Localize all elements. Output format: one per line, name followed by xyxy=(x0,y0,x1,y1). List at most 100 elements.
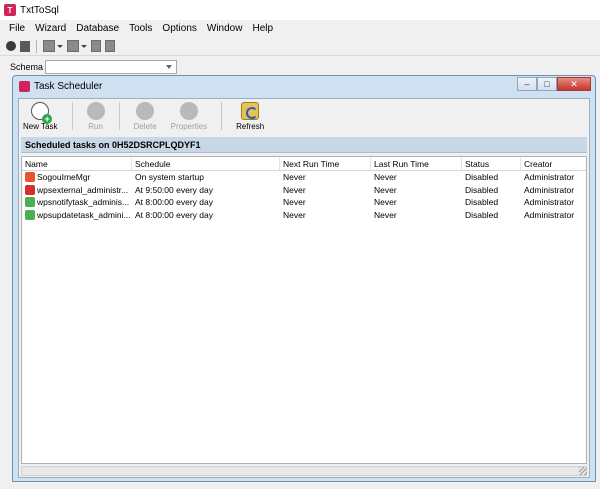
task-name-cell: wpsupdatetask_admini... xyxy=(22,209,132,222)
delete-button[interactable]: Delete xyxy=(134,102,157,131)
delete-icon xyxy=(136,102,155,120)
clock-add-icon xyxy=(31,102,53,124)
task-status: Disabled xyxy=(465,184,499,195)
close-button[interactable]: ✕ xyxy=(557,77,591,91)
toolbar-separator xyxy=(221,102,223,130)
task-list-header: Name Schedule Next Run Time Last Run Tim… xyxy=(22,157,586,171)
table-row[interactable]: wpsupdatetask_admini... At 8:00:00 every… xyxy=(22,209,586,222)
task-scheduler-titlebar: Task Scheduler – □ ✕ xyxy=(13,76,595,97)
toolbar-separator xyxy=(118,102,120,130)
main-toolbar xyxy=(0,37,600,56)
properties-icon xyxy=(179,102,198,120)
task-last-run: Never xyxy=(374,184,397,195)
task-name-cell: wpsnotifytask_adminis... xyxy=(22,196,132,209)
task-name: wpsexternal_administr... xyxy=(37,184,129,195)
scheduled-tasks-header: Scheduled tasks on 0H52DSRCPLQDYF1 xyxy=(21,137,587,153)
menu-help[interactable]: Help xyxy=(247,23,278,34)
import-icon[interactable] xyxy=(67,40,79,52)
task-name: wpsupdatetask_admini... xyxy=(37,209,131,220)
wps-icon xyxy=(25,184,35,195)
task-name: wpsnotifytask_adminis... xyxy=(37,197,130,207)
app-logo-icon: T xyxy=(4,4,16,16)
column-header-last-run[interactable]: Last Run Time xyxy=(371,157,462,170)
toolbar-separator xyxy=(36,39,37,53)
column-header-schedule[interactable]: Schedule xyxy=(132,157,280,170)
table-row[interactable]: SogouImeMgr On system startup Never Neve… xyxy=(22,171,586,184)
delete-label: Delete xyxy=(133,122,157,131)
connect-icon[interactable] xyxy=(6,41,16,51)
task-creator: Administrator xyxy=(524,172,575,182)
task-next-run: Never xyxy=(283,172,306,182)
properties-label: Properties xyxy=(170,122,208,131)
run-label: Run xyxy=(88,122,103,131)
scheduler-icon xyxy=(19,81,30,92)
task-next-run: Never xyxy=(283,209,306,220)
task-schedule: At 9:50:00 every day xyxy=(135,184,213,195)
properties-button[interactable]: Properties xyxy=(171,102,207,131)
task-status: Disabled xyxy=(465,209,499,220)
disconnect-icon[interactable] xyxy=(20,40,30,52)
task-creator: Administrator xyxy=(524,197,575,207)
menu-options[interactable]: Options xyxy=(157,23,201,34)
menu-tools[interactable]: Tools xyxy=(124,23,157,34)
task-creator: Administrator xyxy=(524,184,575,195)
task-scheduler-body: New Task Run Delete Properties Refresh xyxy=(18,98,590,478)
column-header-status[interactable]: Status xyxy=(462,157,521,170)
minimize-button[interactable]: – xyxy=(517,77,537,91)
task-last-run: Never xyxy=(374,197,397,207)
wps-update-icon xyxy=(25,209,35,220)
task-last-run: Never xyxy=(374,209,397,220)
refresh-icon xyxy=(241,102,260,120)
task-toolbar: New Task Run Delete Properties Refresh xyxy=(19,99,589,134)
status-bar xyxy=(0,482,600,489)
task-status: Disabled xyxy=(465,172,499,182)
sogou-icon xyxy=(25,172,35,183)
wps-update-icon xyxy=(25,197,35,208)
task-scheduler-window: Task Scheduler – □ ✕ New Task Run Delete xyxy=(12,75,596,482)
table-row[interactable]: wpsnotifytask_adminis... At 8:00:00 ever… xyxy=(22,196,586,209)
task-name-cell: wpsexternal_administr... xyxy=(22,184,132,197)
window-title: Task Scheduler xyxy=(34,81,103,92)
window-controls: – □ ✕ xyxy=(517,77,591,91)
column-header-name[interactable]: Name xyxy=(22,157,132,170)
export-icon[interactable] xyxy=(91,40,101,52)
schema-label: Schema xyxy=(10,62,44,72)
app-title: TxtToSql xyxy=(20,4,59,16)
app-titlebar: T TxtToSql xyxy=(0,0,600,20)
resize-grip-icon[interactable] xyxy=(579,467,587,475)
task-schedule: At 8:00:00 every day xyxy=(135,209,213,220)
task-next-run: Never xyxy=(283,184,306,195)
table-icon[interactable] xyxy=(43,40,55,52)
run-icon xyxy=(86,102,105,120)
schema-dropdown[interactable] xyxy=(45,60,178,74)
new-task-label: New Task xyxy=(23,122,58,131)
toolbar-separator xyxy=(71,102,73,130)
refresh-button[interactable]: Refresh xyxy=(236,102,264,131)
refresh-label: Refresh xyxy=(236,122,265,131)
horizontal-scrollbar[interactable] xyxy=(21,466,587,476)
run-button[interactable]: Run xyxy=(86,102,105,131)
column-header-creator[interactable]: Creator xyxy=(521,157,586,170)
task-next-run: Never xyxy=(283,197,306,207)
task-name: SogouImeMgr xyxy=(37,172,91,182)
column-header-next-run[interactable]: Next Run Time xyxy=(280,157,371,170)
menu-file[interactable]: File xyxy=(4,23,30,34)
task-last-run: Never xyxy=(374,172,397,182)
task-name-cell: SogouImeMgr xyxy=(22,171,132,184)
task-list: Name Schedule Next Run Time Last Run Tim… xyxy=(21,156,587,464)
table-row[interactable]: wpsexternal_administr... At 9:50:00 ever… xyxy=(22,184,586,197)
new-task-button[interactable]: New Task xyxy=(23,102,58,131)
menu-database[interactable]: Database xyxy=(71,23,124,34)
task-creator: Administrator xyxy=(524,209,575,220)
menubar: File Wizard Database Tools Options Windo… xyxy=(0,20,600,37)
task-schedule: On system startup xyxy=(135,172,204,182)
chevron-down-icon[interactable] xyxy=(81,44,87,48)
schema-row: Schema xyxy=(0,58,600,76)
menu-window[interactable]: Window xyxy=(202,23,248,34)
stop-icon[interactable] xyxy=(105,40,115,52)
restore-button[interactable]: □ xyxy=(537,77,557,91)
menu-wizard[interactable]: Wizard xyxy=(30,23,71,34)
task-status: Disabled xyxy=(465,197,499,207)
task-schedule: At 8:00:00 every day xyxy=(135,197,213,207)
chevron-down-icon[interactable] xyxy=(57,44,63,48)
